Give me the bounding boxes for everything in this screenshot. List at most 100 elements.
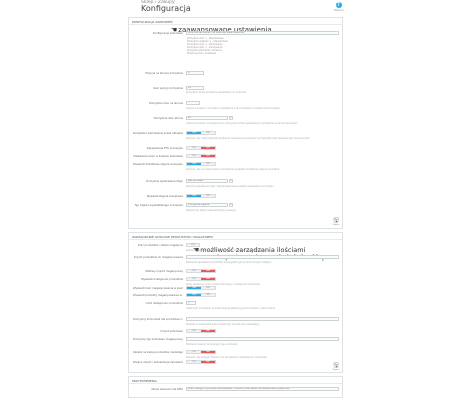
field-label: Domyślnie ilość strona xyxy=(153,117,183,120)
toggle-no[interactable]: NIE xyxy=(201,162,215,165)
unavailable-message-input[interactable] xyxy=(186,317,339,321)
option-item[interactable]: Zmiennej ilości: w statusie xyxy=(187,52,228,55)
field-label: Pozycja na stronie domyślnie xyxy=(145,72,183,75)
help-text: Ustaw ilość produktów, poniżej której wy… xyxy=(186,307,276,310)
field-label: Kompletne zamówienie przed aktualizacją … xyxy=(133,132,183,135)
field-label: Import zamówień xyxy=(160,330,183,333)
save-button[interactable]: 🖫 Zapisz xyxy=(332,363,340,372)
toggle-yes[interactable]: TAK xyxy=(187,360,201,363)
disable-import-toggle[interactable]: TAK NIE xyxy=(186,360,216,364)
save-label: Zapisz xyxy=(332,224,340,226)
toggle-yes[interactable]: TAK xyxy=(187,162,201,165)
toggle-yes[interactable]: TAK xyxy=(187,286,201,289)
field-label: Domyślnie ilość na stronie xyxy=(148,102,183,105)
save-vat-toggle[interactable]: TAK NIE xyxy=(186,146,216,150)
help-text: Możliwość zamawiania produktów w przypad… xyxy=(186,261,272,264)
field-label: Zezwól na zakup produktów niedostępnych xyxy=(133,351,183,354)
field-label: Wyświetl dostępność produktów xyxy=(141,278,183,281)
toggle-yes[interactable]: TAK xyxy=(187,131,201,134)
stock-limit-input[interactable]: 3 xyxy=(186,301,196,305)
toggle-yes[interactable]: TAK xyxy=(187,243,199,246)
field-label: Typ zdjęcia wyświetlanego w koszyku xyxy=(134,204,183,207)
toggle-yes[interactable]: TAK xyxy=(187,293,201,296)
field-label: Import produktów do magazynowania xyxy=(133,256,183,259)
toggle-yes[interactable]: TAK xyxy=(187,329,201,332)
panel-title: Przypomnienia xyxy=(129,377,342,384)
cart-qty-toggle[interactable]: TAK NIE xyxy=(186,154,216,158)
toggle-no[interactable]: NIE xyxy=(201,286,215,289)
chevron-down-icon[interactable]: ▾ xyxy=(229,203,233,207)
toggle-no[interactable]: NIE xyxy=(201,146,215,149)
toggle-yes[interactable]: TAK xyxy=(187,154,201,157)
field-label: Domyślny typ zamówień magazynowych xyxy=(133,338,183,341)
toggle-no[interactable]: NIE xyxy=(201,194,215,197)
help-button[interactable]: ? Pomoc xyxy=(334,2,344,12)
field-label: Okres ważności dla RMA xyxy=(151,388,183,391)
page-header: Sklep › Zakupy Konfiguracja ? Pomoc xyxy=(0,0,474,15)
allow-oos-toggle[interactable]: TAK NIE xyxy=(186,350,216,354)
chevron-down-icon[interactable]: ▾ xyxy=(229,179,233,183)
toggle-yes[interactable]: TAK xyxy=(187,350,201,353)
toggle-no[interactable]: NIE xyxy=(201,154,215,157)
stock-order-type-input[interactable] xyxy=(186,337,339,341)
toggle-yes[interactable]: TAK xyxy=(187,269,201,272)
field-label: Zapisywanie PTU w koszyku xyxy=(146,147,183,150)
toggle-no[interactable]: NIE xyxy=(201,350,215,353)
toggle-no[interactable]: NIE xyxy=(201,360,215,363)
toggle-no[interactable]: NIE xyxy=(201,277,215,280)
default-qty-input[interactable] xyxy=(186,101,200,105)
position-select[interactable]: 4 xyxy=(186,71,204,75)
field-label: Ilość pozycji domyślnie xyxy=(153,87,183,90)
toggle-no[interactable]: NIE xyxy=(201,269,215,272)
help-text: Pozwala na wyświetlenie komunikatu gdy p… xyxy=(186,323,260,326)
help-text: Sposób wyświetlania zdjęć: zdjęcie/opako… xyxy=(186,185,275,188)
import-input[interactable] xyxy=(186,255,339,259)
extra-image-toggle[interactable]: TAK NIE xyxy=(186,162,216,166)
field-label: Domyślne opakowanie zdjęć xyxy=(146,180,183,183)
help-text: Zaznacz, aby kontrolować ilości produktó… xyxy=(186,249,268,252)
field-label: Wyświetl produkty magazynowania w koszyk… xyxy=(133,294,183,297)
toggle-yes[interactable]: TAK xyxy=(187,277,201,280)
stock-import-toggle[interactable]: TAK NIE xyxy=(186,269,216,273)
toggle-yes[interactable]: TAK xyxy=(187,194,201,197)
help-text: Możliwość wyboru domyślnego typu zamówie… xyxy=(186,343,239,346)
field-label: Ustawienie ilości w koszyku zamówień xyxy=(133,155,183,158)
help-text: Liczba produktów na każdej stronie. Domy… xyxy=(186,122,298,125)
cart-images-toggle[interactable]: TAK NIE xyxy=(186,194,216,198)
option-list: Domyślnie ilość: 1 - Standardowe Domyśln… xyxy=(187,37,228,55)
save-button[interactable]: 🖫 Zapisz xyxy=(332,218,340,227)
field-label: Możliwy import magazynowy xyxy=(145,270,183,273)
toggle-no[interactable]: NIE xyxy=(201,293,215,296)
field-label: Ilość produktów i status magazynu xyxy=(137,244,183,247)
field-label: Wyświetl dodatkowe zdjęcie w koszyku xyxy=(133,163,183,166)
save-label: Zapisz xyxy=(332,369,340,371)
toggle-no[interactable]: NIE xyxy=(201,329,215,332)
rma-input[interactable]: Brak obsługi na produkt Zamówienia / Odb… xyxy=(186,387,339,391)
availability-toggle[interactable]: TAK NIE xyxy=(186,277,216,281)
field-label: Konfiguracja zamówień xyxy=(152,32,183,35)
toggle-yes[interactable]: TAK xyxy=(187,146,201,149)
field-label: Limit dostępności produktów xyxy=(145,302,183,305)
stock-mgmt-toggle[interactable]: TAK xyxy=(186,243,200,247)
stepper-icon[interactable]: ▴ xyxy=(229,116,233,120)
complete-order-toggle[interactable]: TAK NIE xyxy=(186,131,216,135)
order-import-toggle[interactable]: TAK NIE xyxy=(186,329,216,333)
order-config-select[interactable]: Kontrola zamówień dla klientów wiek/niek… xyxy=(186,31,339,35)
stock-qty-cart-toggle[interactable]: TAK NIE xyxy=(186,286,216,290)
items-per-page-select[interactable]: 10 xyxy=(186,86,204,90)
help-text: Wybierz typ zdjęcia wyświetlanego w kosz… xyxy=(186,209,237,212)
packaging-select[interactable]: Bez podziału xyxy=(186,179,228,183)
help-text: Zaznacz, aby dodać klientowi możliwość z… xyxy=(186,137,310,140)
image-type-select[interactable]: Domyślne zdjęcie xyxy=(186,203,228,207)
toggle-no[interactable]: NIE xyxy=(201,131,215,134)
field-label: Wyświetl zdjęcia koszykowe xyxy=(146,195,183,198)
help-text: Pozycja w koszyku: Domyślnie wyświetlana… xyxy=(186,107,281,110)
stock-products-cart-toggle[interactable]: TAK NIE xyxy=(186,293,216,297)
field-label: Wyłącz import i aktualizacje zamówień xyxy=(133,361,183,364)
help-text: Zaznacz, aby w podsumowaniu zamówienia w… xyxy=(186,168,280,171)
field-label: Wyświetl ilość magazynowania w koszyku xyxy=(133,287,183,290)
page-title: Konfiguracja xyxy=(141,4,191,13)
field-label: Domyślny komunikat dla produktów niedost… xyxy=(133,318,183,321)
help-text: Zaznacz, aby zezwolić klientom na zamawi… xyxy=(186,356,268,359)
per-page-input[interactable]: 20 xyxy=(186,116,228,120)
